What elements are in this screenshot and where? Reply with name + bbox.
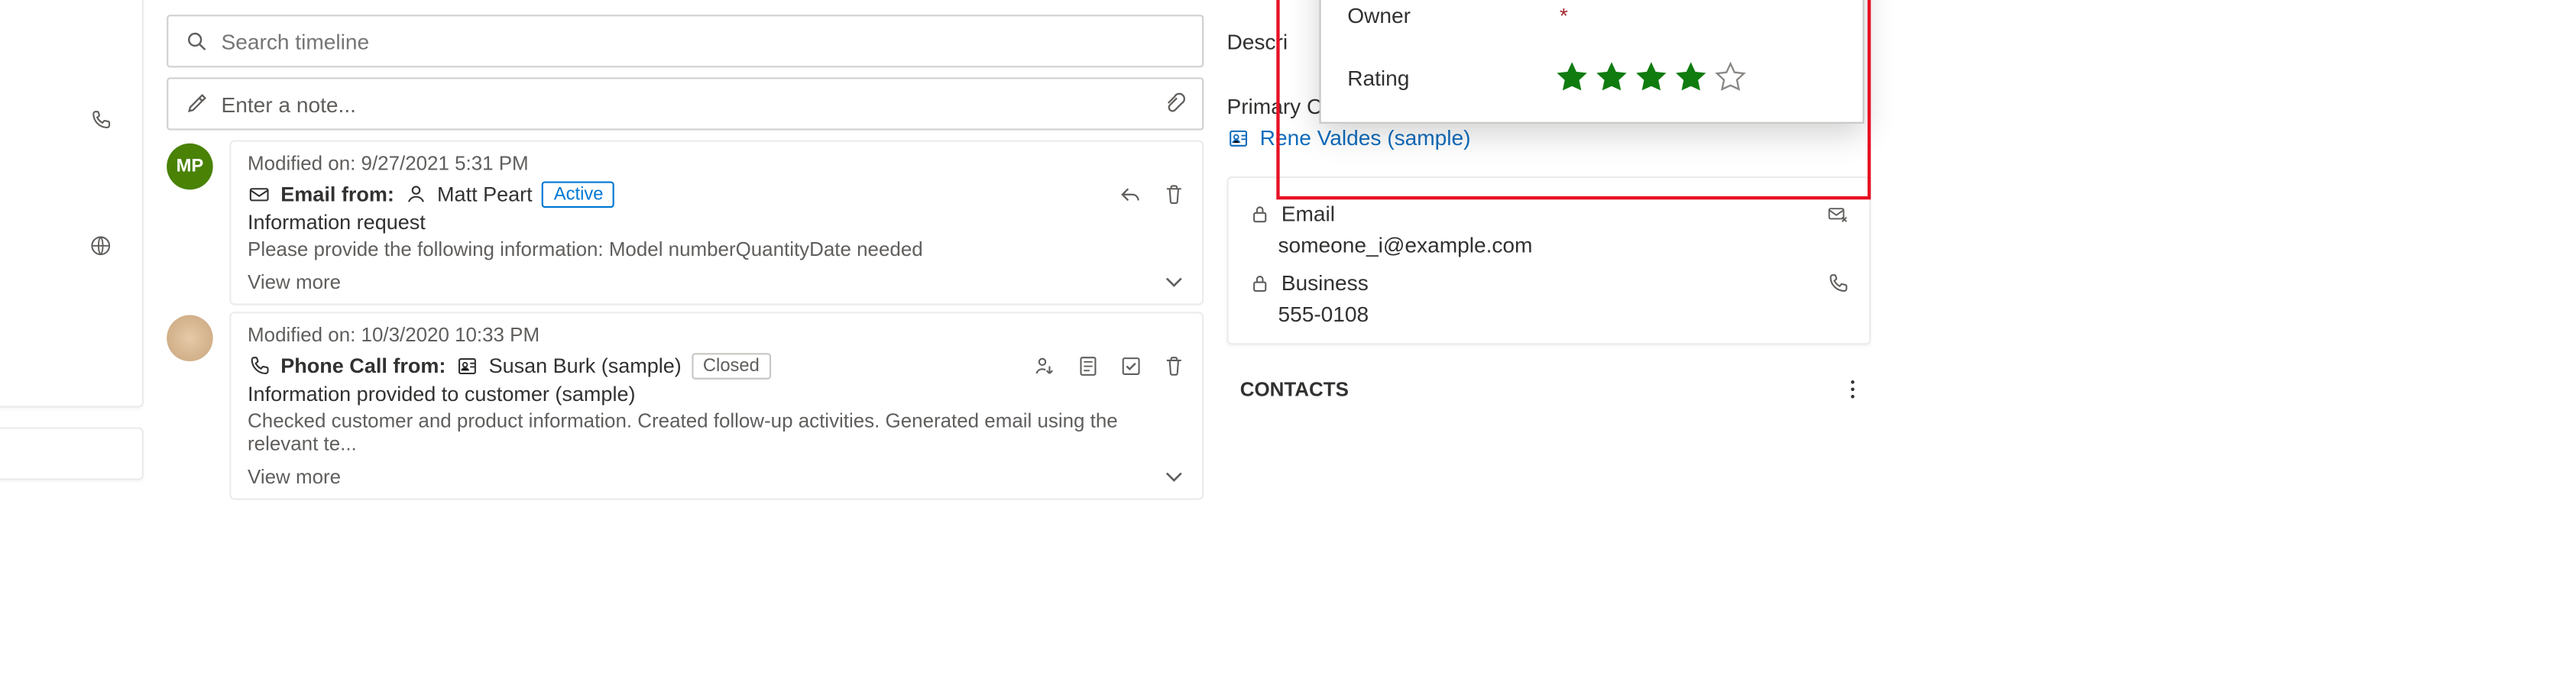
account-info-section: ACCOUNT INFORMATION Account Name * A. Da…	[0, 0, 144, 408]
activity-card[interactable]: Modified on: 10/3/2020 10:33 PM Phone Ca…	[229, 312, 1204, 499]
timeline-column: Timeline Enter a note...	[167, 0, 1204, 500]
field-account-name[interactable]: Account Name * A. Datum Corporation (sam…	[0, 26, 118, 89]
section-header: ADDRESS	[0, 445, 118, 478]
star-icon[interactable]	[1595, 61, 1628, 94]
rating-stars[interactable]	[1555, 61, 1836, 94]
left-column: ACCOUNT INFORMATION Account Name * A. Da…	[0, 0, 144, 500]
right-column: Annual Revenue $10,000.00 Number of Empl…	[1226, 0, 1871, 401]
field-value: ---	[0, 170, 118, 195]
required-mark: *	[1555, 2, 1572, 27]
field-parent-account[interactable]: Parent Account ---	[0, 277, 118, 340]
activity-card[interactable]: Modified on: 9/27/2021 5:31 PM Email fro…	[229, 140, 1204, 305]
contact-icon	[455, 354, 478, 377]
contact-icon	[1226, 126, 1249, 149]
field-label: Email	[1282, 201, 1335, 225]
field-fax[interactable]: Fax ---	[0, 152, 118, 215]
attach-button[interactable]	[1162, 92, 1185, 115]
field-value: 555-123	[0, 108, 83, 132]
star-icon[interactable]	[1674, 61, 1707, 94]
star-icon[interactable]	[1555, 61, 1588, 94]
activity-kind: Email from:	[280, 183, 394, 206]
contact-card: Email someone_i@example.com Business 555…	[1226, 176, 1871, 344]
chevron-down-icon[interactable]	[1162, 270, 1185, 293]
field-label: Owner	[1347, 2, 1555, 27]
timeline-item: MP Modified on: 9/27/2021 5:31 PM Email …	[167, 140, 1204, 305]
address-section: ADDRESS	[0, 427, 144, 480]
primary-contact-link[interactable]: Rene Valdes (sample)	[1226, 125, 1871, 150]
star-icon[interactable]	[1714, 61, 1747, 94]
activity-modified: Modified on: 9/27/2021 5:31 PM	[248, 152, 1185, 175]
field-website[interactable]: Website http://www.adatum.com/	[0, 215, 118, 277]
activity-avatar: MP	[167, 144, 213, 190]
view-more-button[interactable]: View more	[248, 465, 341, 488]
globe-icon[interactable]	[83, 234, 119, 257]
search-icon	[185, 30, 208, 53]
attach-icon	[1162, 92, 1185, 115]
status-badge: Closed	[692, 353, 771, 380]
activity-from: Susan Burk (sample)	[489, 354, 682, 377]
field-value: ---	[0, 296, 118, 321]
chevron-down-icon[interactable]	[1162, 465, 1185, 488]
pencil-icon	[185, 92, 208, 115]
timeline-add-button[interactable]	[1006, 0, 1032, 2]
primary-contact-value: Rene Valdes (sample)	[1260, 125, 1471, 150]
mail-icon	[248, 183, 271, 206]
search-input[interactable]	[221, 29, 1185, 53]
timeline-header: Timeline	[167, 0, 1204, 15]
activity-subject: Information provided to customer (sample…	[248, 383, 1185, 406]
header-flyout: Annual Revenue $10,000.00 Number of Empl…	[1319, 0, 1864, 124]
field-label: Rating	[1347, 65, 1555, 89]
contact-email-value[interactable]: someone_i@example.com	[1249, 232, 1850, 263]
phone-action-button[interactable]	[1826, 271, 1849, 294]
star-icon[interactable]	[1635, 61, 1667, 94]
section-header: ACCOUNT INFORMATION	[0, 0, 118, 26]
timeline-item: Modified on: 10/3/2020 10:33 PM Phone Ca…	[167, 312, 1204, 499]
lock-icon	[1249, 202, 1282, 225]
delete-button[interactable]	[1162, 183, 1185, 206]
close-activity-button[interactable]	[1120, 354, 1142, 377]
phone-icon	[248, 354, 271, 377]
person-icon	[404, 183, 427, 206]
field-value: A. Datum Corporation (sample)	[0, 45, 118, 70]
contact-business-value[interactable]: 555-0108	[1249, 302, 1850, 333]
flyout-rating[interactable]: Rating	[1347, 46, 1836, 108]
field-label: Business	[1282, 270, 1369, 295]
contact-business-row: Business	[1249, 264, 1850, 302]
activity-from: Matt Peart	[437, 183, 533, 206]
timeline-search[interactable]	[167, 15, 1204, 67]
contacts-label: CONTACTS	[1240, 378, 1349, 401]
contacts-more-button[interactable]	[1841, 378, 1864, 401]
note-placeholder: Enter a note...	[221, 92, 355, 116]
mail-action-button[interactable]	[1826, 202, 1849, 225]
view-more-button[interactable]: View more	[248, 270, 341, 293]
reply-button[interactable]	[1120, 183, 1142, 206]
contact-email-row: Email	[1249, 195, 1850, 233]
form-body: ACCOUNT INFORMATION Account Name * A. Da…	[0, 0, 1884, 500]
field-value: ---	[0, 359, 118, 383]
field-phone[interactable]: Phone 555-123	[0, 89, 118, 152]
activity-modified: Modified on: 10/3/2020 10:33 PM	[248, 323, 1185, 346]
activity-subject: Information request	[248, 211, 1185, 234]
activity-body: Checked customer and product information…	[248, 409, 1185, 456]
contacts-section-header: CONTACTS	[1226, 364, 1871, 401]
flyout-owner[interactable]: Owner *	[1347, 0, 1836, 46]
timeline-title: Timeline	[170, 0, 1005, 2]
lock-icon	[1249, 271, 1282, 294]
field-value: http://www.adatum.com/	[0, 234, 83, 258]
activity-kind: Phone Call from:	[280, 354, 446, 377]
activity-avatar	[167, 315, 213, 362]
phone-icon[interactable]	[83, 108, 119, 131]
timeline-filter-button[interactable]	[1061, 0, 1088, 2]
assign-button[interactable]	[1034, 354, 1057, 377]
delete-button[interactable]	[1162, 354, 1185, 377]
timeline-note[interactable]: Enter a note...	[167, 77, 1204, 130]
timeline-sort-button[interactable]	[1118, 0, 1145, 2]
field-ticker[interactable]: Ticker Symbol ---	[0, 340, 118, 402]
note-button[interactable]	[1077, 354, 1100, 377]
timeline-more-button[interactable]	[1174, 0, 1201, 2]
activity-body: Please provide the following information…	[248, 238, 1185, 260]
status-badge: Active	[543, 182, 615, 208]
